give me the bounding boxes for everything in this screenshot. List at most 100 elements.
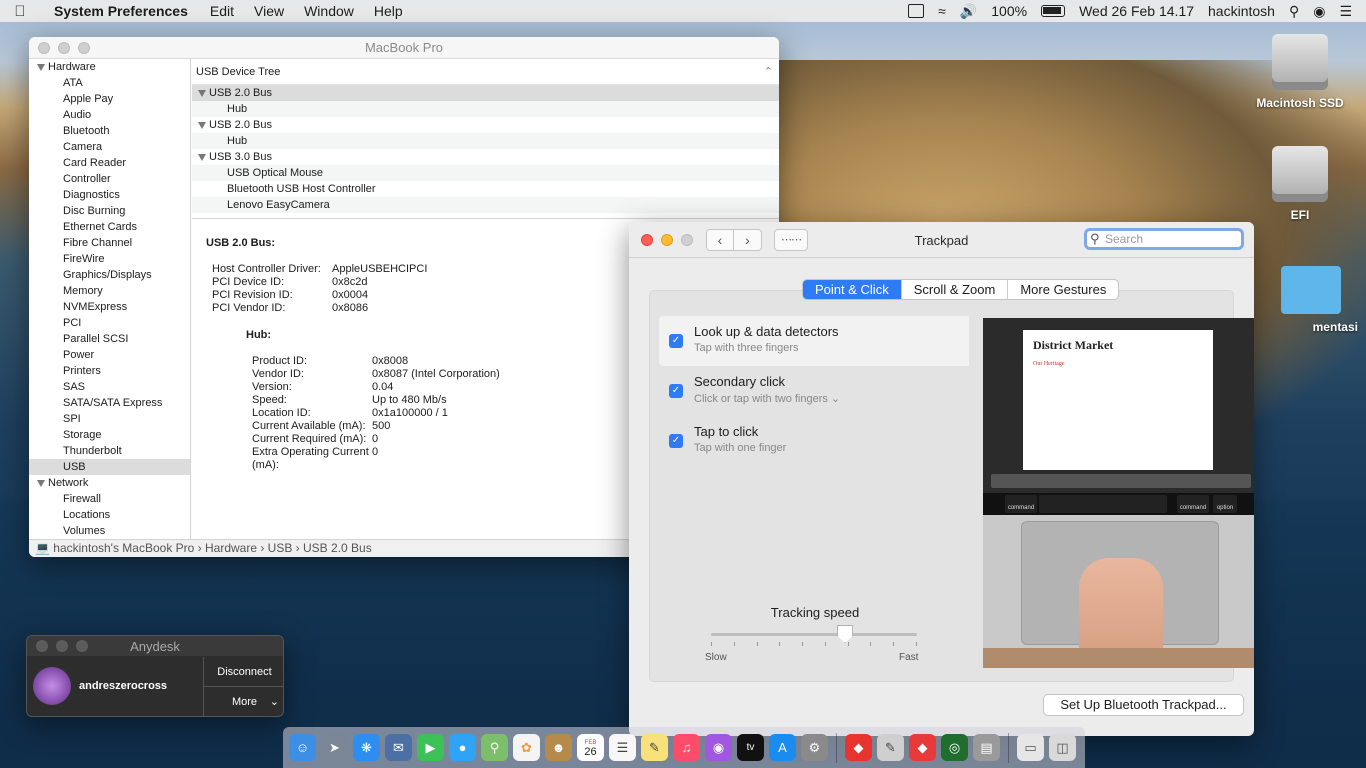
network-radar-icon[interactable]: ◎: [941, 734, 968, 761]
sidebar-item[interactable]: Locations: [29, 507, 190, 523]
menu-help[interactable]: Help: [364, 3, 413, 19]
minimize-button[interactable]: [58, 41, 70, 54]
checkbox-tap-to-click[interactable]: ✓: [669, 434, 683, 448]
sidebar-item[interactable]: Diagnostics: [29, 187, 190, 203]
messages-icon[interactable]: ●: [449, 734, 476, 761]
sidebar-item[interactable]: SPI: [29, 411, 190, 427]
trash-icon[interactable]: ◫: [1049, 734, 1076, 761]
calendar-icon[interactable]: FEB 26: [577, 734, 604, 761]
minimize-button[interactable]: [661, 233, 673, 246]
sidebar-item[interactable]: FireWire: [29, 251, 190, 267]
sort-chevron-icon[interactable]: ⌃: [764, 59, 773, 85]
tab-more-gestures[interactable]: More Gestures: [1008, 280, 1118, 299]
desktop-icon-efi[interactable]: EFI: [1245, 146, 1355, 222]
sidebar-item[interactable]: Volumes: [29, 523, 190, 539]
sidebar-category-hardware[interactable]: Hardware: [29, 59, 190, 75]
sidebar[interactable]: Hardware ATA Apple Pay Audio Bluetooth Camer…: [29, 59, 191, 539]
volume-icon[interactable]: 🔊: [960, 3, 977, 20]
battery-icon[interactable]: [1041, 5, 1066, 17]
spotlight-icon[interactable]: ⚲: [1289, 3, 1299, 20]
tree-row[interactable]: Lenovo EasyCamera: [192, 197, 779, 213]
sidebar-item[interactable]: SAS: [29, 379, 190, 395]
tree-row[interactable]: USB 2.0 Bus: [192, 85, 779, 101]
forward-button[interactable]: ›: [734, 229, 762, 251]
more-button[interactable]: More ⌄: [204, 687, 283, 716]
disconnect-button[interactable]: Disconnect: [204, 657, 283, 687]
sidebar-category-network[interactable]: Network: [29, 475, 190, 491]
sidebar-item[interactable]: Thunderbolt: [29, 443, 190, 459]
menu-view[interactable]: View: [244, 3, 294, 19]
tree-row[interactable]: Bluetooth USB Host Controller: [192, 181, 779, 197]
checkbox-secondary-click[interactable]: ✓: [669, 384, 683, 398]
disclosure-triangle-icon[interactable]: [37, 63, 45, 71]
close-button[interactable]: [36, 640, 48, 652]
textedit-icon[interactable]: ✎: [877, 734, 904, 761]
sidebar-item[interactable]: Firewall: [29, 491, 190, 507]
option-tap-to-click[interactable]: ✓ Tap to click Tap with one finger: [659, 416, 969, 466]
tree-row[interactable]: Hub: [192, 101, 779, 117]
disclosure-triangle-icon[interactable]: [198, 89, 206, 97]
sidebar-item[interactable]: Disc Burning: [29, 203, 190, 219]
apple-menu-icon[interactable]: : [0, 3, 40, 20]
sidebar-item[interactable]: Camera: [29, 139, 190, 155]
siri-icon[interactable]: ◉: [1313, 3, 1325, 20]
sidebar-item[interactable]: Card Reader: [29, 155, 190, 171]
disclosure-triangle-icon[interactable]: [198, 121, 206, 129]
clock[interactable]: Wed 26 Feb 14.17: [1079, 3, 1194, 19]
maps-icon[interactable]: ⚲: [481, 734, 508, 761]
tree-row[interactable]: USB Optical Mouse: [192, 165, 779, 181]
app-menu[interactable]: System Preferences: [40, 3, 200, 19]
zoom-button[interactable]: [681, 233, 693, 246]
sidebar-item[interactable]: Bluetooth: [29, 123, 190, 139]
search-input[interactable]: ⚲ Search: [1084, 228, 1244, 250]
zoom-button[interactable]: [76, 640, 88, 652]
anydesk-icon[interactable]: ◆: [845, 734, 872, 761]
contacts-icon[interactable]: ☻: [545, 734, 572, 761]
disclosure-triangle-icon[interactable]: [37, 479, 45, 487]
disk-utility-icon[interactable]: ▤: [973, 734, 1000, 761]
notification-center-icon[interactable]: ☰: [1339, 3, 1352, 20]
tree-row[interactable]: USB 3.0 Bus: [192, 149, 779, 165]
battery-percent[interactable]: 100%: [991, 3, 1027, 19]
reminders-icon[interactable]: ☰: [609, 734, 636, 761]
sidebar-item[interactable]: ATA: [29, 75, 190, 91]
sidebar-item[interactable]: Graphics/Displays: [29, 267, 190, 283]
sidebar-item[interactable]: Storage: [29, 427, 190, 443]
disclosure-triangle-icon[interactable]: [198, 153, 206, 161]
wifi-icon[interactable]: ≈: [938, 3, 946, 19]
safari-icon[interactable]: ❋: [353, 734, 380, 761]
option-secondary-click[interactable]: ✓ Secondary click Click or tap with two …: [659, 366, 969, 416]
facetime-icon[interactable]: ▶: [417, 734, 444, 761]
close-button[interactable]: [38, 41, 50, 54]
zoom-button[interactable]: [78, 41, 90, 54]
photos-icon[interactable]: ✿: [513, 734, 540, 761]
menu-window[interactable]: Window: [294, 3, 364, 19]
sidebar-item[interactable]: Fibre Channel: [29, 235, 190, 251]
tree-row[interactable]: Hub: [192, 133, 779, 149]
tab-point-click[interactable]: Point & Click: [803, 280, 902, 299]
sidebar-item[interactable]: Audio: [29, 107, 190, 123]
tab-scroll-zoom[interactable]: Scroll & Zoom: [902, 280, 1009, 299]
back-button[interactable]: ‹: [706, 229, 734, 251]
tracking-speed-slider-track[interactable]: [711, 633, 917, 636]
user-menu[interactable]: hackintosh: [1208, 3, 1275, 19]
finder-icon[interactable]: ☺: [289, 734, 316, 761]
launchpad-icon[interactable]: ➤: [321, 734, 348, 761]
apple-tv-icon[interactable]: tv: [737, 734, 764, 761]
music-icon[interactable]: ♫: [673, 734, 700, 761]
system-preferences-icon[interactable]: ⚙: [801, 734, 828, 761]
sidebar-item[interactable]: USB: [29, 459, 190, 475]
sidebar-item[interactable]: PCI: [29, 315, 190, 331]
close-button[interactable]: [641, 233, 653, 246]
tree-column-header[interactable]: USB Device Tree ⌃: [192, 59, 779, 85]
sidebar-item[interactable]: Memory: [29, 283, 190, 299]
activity-monitor-icon[interactable]: [908, 4, 925, 18]
podcasts-icon[interactable]: ◉: [705, 734, 732, 761]
mail-icon[interactable]: ✉: [385, 734, 412, 761]
sidebar-item[interactable]: Printers: [29, 363, 190, 379]
tree-row[interactable]: USB 2.0 Bus: [192, 117, 779, 133]
notes-icon[interactable]: ✎: [641, 734, 668, 761]
sidebar-item[interactable]: Controller: [29, 171, 190, 187]
setup-bluetooth-trackpad-button[interactable]: Set Up Bluetooth Trackpad...: [1043, 694, 1244, 716]
sidebar-item[interactable]: Ethernet Cards: [29, 219, 190, 235]
